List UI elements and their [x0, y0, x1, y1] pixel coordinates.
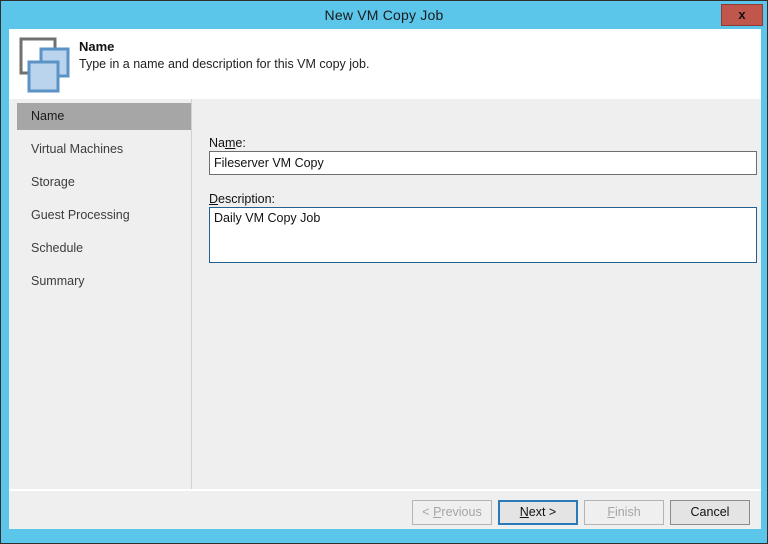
name-label-suffix: e: [235, 136, 246, 150]
dialog-client-area: Name Type in a name and description for … [9, 29, 761, 529]
description-field-label: Description: [209, 192, 275, 206]
vm-copy-job-icon [15, 33, 77, 95]
cancel-button-suffix: Cancel [690, 505, 730, 519]
finish-button-accelerator: F [607, 505, 615, 519]
finish-button-suffix: inish [614, 505, 641, 519]
page-title: Name [79, 39, 115, 54]
next-button-accelerator: N [519, 505, 529, 519]
sidebar-item-virtual-machines[interactable]: Virtual Machines [17, 136, 191, 163]
previous-button[interactable]: < Previous [412, 500, 492, 525]
previous-button-suffix: revious [441, 505, 482, 519]
wizard-header: Name Type in a name and description for … [9, 29, 761, 99]
name-label-prefix: Na [209, 136, 225, 150]
sidebar-item-storage[interactable]: Storage [17, 169, 191, 196]
dialog-footer: < Previous Next > Finish Cancel [9, 491, 761, 529]
name-input[interactable] [209, 151, 757, 175]
next-button[interactable]: Next > [498, 500, 578, 525]
wizard-content-pane: Name: Description: Daily VM Copy Job [192, 99, 761, 489]
close-icon[interactable]: x [721, 4, 763, 26]
description-label-accelerator: D [209, 192, 219, 206]
title-bar: New VM Copy Job x [1, 1, 767, 29]
next-button-suffix: ext > [528, 505, 557, 519]
cancel-button[interactable]: Cancel [670, 500, 750, 525]
sidebar-item-summary[interactable]: Summary [17, 268, 191, 295]
finish-button[interactable]: Finish [584, 500, 664, 525]
wizard-steps-sidebar: Name Virtual Machines Storage Guest Proc… [9, 99, 191, 487]
new-vm-copy-job-dialog: New VM Copy Job x Name Type in a name an… [0, 0, 768, 544]
page-subtitle: Type in a name and description for this … [79, 57, 370, 71]
window-title: New VM Copy Job [324, 7, 444, 23]
sidebar-item-name[interactable]: Name [17, 103, 191, 130]
sidebar-item-guest-processing[interactable]: Guest Processing [17, 202, 191, 229]
sidebar-item-schedule[interactable]: Schedule [17, 235, 191, 262]
name-field-label: Name: [209, 136, 246, 150]
description-label-suffix: escription: [218, 192, 276, 206]
name-label-accelerator: m [224, 136, 236, 150]
description-input[interactable]: Daily VM Copy Job [209, 207, 757, 263]
previous-button-prefix: < [422, 505, 434, 519]
